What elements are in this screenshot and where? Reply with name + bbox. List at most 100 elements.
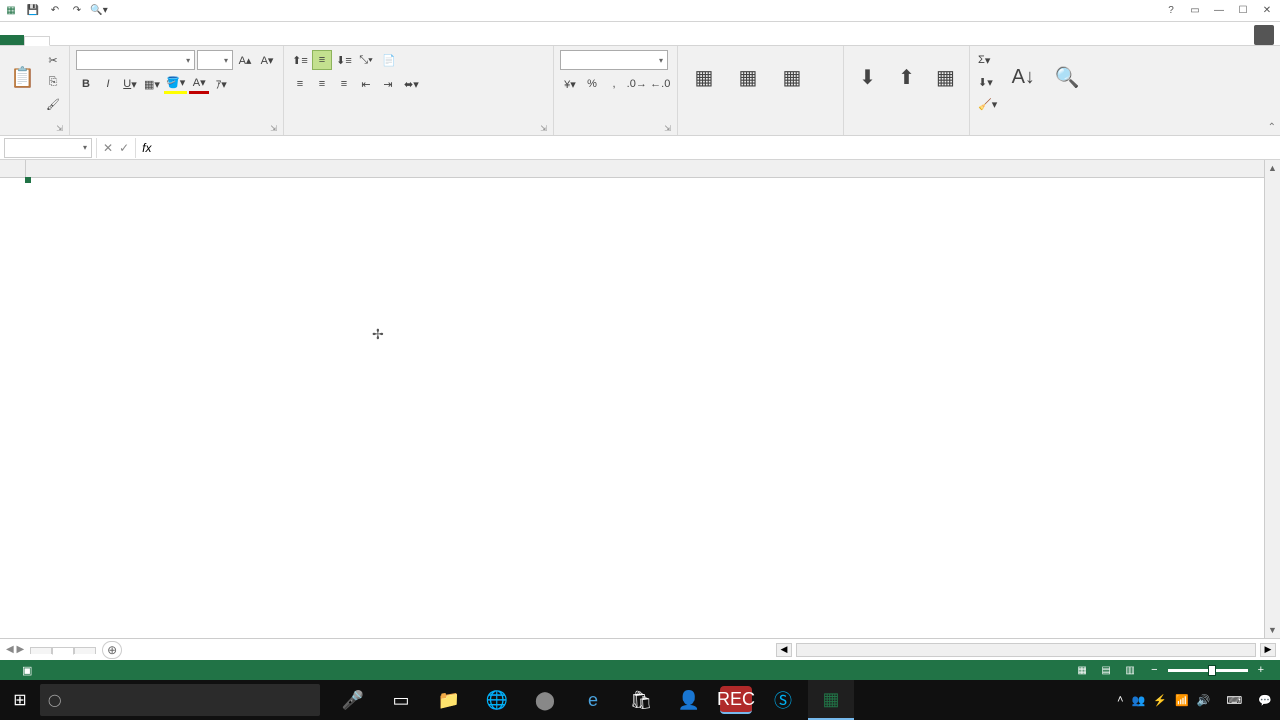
app-icon-1[interactable]: ⬤ xyxy=(522,680,568,720)
percent-format-icon[interactable]: % xyxy=(582,74,602,94)
scroll-up-icon[interactable]: ▲ xyxy=(1265,160,1280,176)
battery-icon[interactable]: ⚡ xyxy=(1153,694,1167,707)
tab-data[interactable] xyxy=(122,37,146,45)
action-center-icon[interactable]: 💬 xyxy=(1258,694,1272,707)
bold-button[interactable]: B xyxy=(76,74,96,94)
cond-format-button[interactable]: ▦ xyxy=(684,50,724,106)
copy-icon[interactable]: ⎘ xyxy=(43,72,63,92)
phonetic-button[interactable]: ｱ▾ xyxy=(211,74,231,94)
zoom-slider[interactable] xyxy=(1168,669,1248,672)
redo-icon[interactable]: ↷ xyxy=(68,2,86,20)
sort-filter-button[interactable]: A↓ xyxy=(1003,50,1043,106)
tab-insert[interactable] xyxy=(50,37,74,45)
clear-button[interactable]: 🧹 ▾ xyxy=(976,94,999,114)
zoom-out-icon[interactable]: − xyxy=(1151,664,1157,676)
align-bottom-icon[interactable]: ⬇≡ xyxy=(334,50,354,70)
select-all-button[interactable] xyxy=(0,160,26,177)
find-select-button[interactable]: 🔍 xyxy=(1047,50,1087,106)
align-left-icon[interactable]: ≡ xyxy=(290,74,310,94)
align-middle-icon[interactable]: ≡ xyxy=(312,50,332,70)
orientation-icon[interactable]: ⤡▾ xyxy=(356,50,376,70)
scroll-down-icon[interactable]: ▼ xyxy=(1265,622,1280,638)
sheet-tab-3[interactable] xyxy=(74,647,96,654)
cell-styles-button[interactable]: ▦ xyxy=(772,50,812,106)
accounting-format-icon[interactable]: ¥▾ xyxy=(560,74,580,94)
underline-button[interactable]: U▾ xyxy=(120,74,140,94)
italic-button[interactable]: I xyxy=(98,74,118,94)
border-button[interactable]: ▦▾ xyxy=(142,74,162,94)
scroll-track[interactable] xyxy=(796,643,1256,657)
format-painter-icon[interactable]: 🖌 xyxy=(43,94,63,114)
tab-justpdf[interactable] xyxy=(266,37,290,45)
start-button[interactable]: ⊞ xyxy=(0,680,40,720)
macro-record-icon[interactable]: ▣ xyxy=(22,664,32,677)
skype-icon[interactable]: Ⓢ xyxy=(760,680,806,720)
insert-cells-button[interactable]: ⬇ xyxy=(850,50,885,106)
minimize-icon[interactable]: — xyxy=(1208,2,1230,20)
tab-addins[interactable] xyxy=(242,37,266,45)
inc-indent-icon[interactable]: ⇥ xyxy=(378,74,398,94)
undo-icon[interactable]: ↶ xyxy=(46,2,64,20)
font-name-select[interactable]: ▾ xyxy=(76,50,195,70)
page-layout-view-icon[interactable]: ▤ xyxy=(1095,662,1117,678)
qat-more-icon[interactable]: 🔍▾ xyxy=(90,2,108,20)
people-icon[interactable]: 👥 xyxy=(1132,694,1146,707)
sheet-tab-2[interactable] xyxy=(52,647,74,655)
scroll-left-icon[interactable]: ◀ xyxy=(776,643,792,657)
app-icon-2[interactable]: 👤 xyxy=(666,680,712,720)
recorder-icon[interactable]: REC xyxy=(720,686,752,714)
tab-new[interactable] xyxy=(194,37,218,45)
sheet-nav[interactable]: ◀ ▶ xyxy=(0,644,30,655)
excel-icon[interactable]: ▦ xyxy=(2,2,20,20)
tab-developer[interactable] xyxy=(218,37,242,45)
format-cells-button[interactable]: ▦ xyxy=(928,50,963,106)
edge-icon[interactable]: e xyxy=(570,680,616,720)
file-explorer-icon[interactable]: 📁 xyxy=(426,680,472,720)
collapse-ribbon-icon[interactable]: ⌃ xyxy=(1268,122,1276,133)
delete-cells-button[interactable]: ⬆ xyxy=(889,50,924,106)
sheet-tab-1[interactable] xyxy=(30,647,52,654)
fill-color-button[interactable]: 🪣▾ xyxy=(164,74,187,94)
page-break-view-icon[interactable]: ▥ xyxy=(1119,662,1141,678)
horizontal-scrollbar[interactable]: ◀ ▶ xyxy=(122,643,1280,657)
tab-review[interactable] xyxy=(146,37,170,45)
font-size-select[interactable]: ▾ xyxy=(197,50,233,70)
maximize-icon[interactable]: ☐ xyxy=(1232,2,1254,20)
shrink-font-icon[interactable]: A▾ xyxy=(257,50,277,70)
mic-icon[interactable]: 🎤 xyxy=(330,680,376,720)
tab-formulas[interactable] xyxy=(98,37,122,45)
paste-button[interactable]: 📋 xyxy=(6,50,39,106)
help-icon[interactable]: ? xyxy=(1160,2,1182,20)
align-right-icon[interactable]: ≡ xyxy=(334,74,354,94)
inc-decimal-icon[interactable]: .0→ xyxy=(626,74,648,94)
excel-taskbar-icon[interactable]: ▦ xyxy=(808,680,854,720)
cancel-formula-icon[interactable]: ✕ xyxy=(103,141,113,155)
keyboard-icon[interactable]: ⌨ xyxy=(1226,694,1242,707)
scroll-right-icon[interactable]: ▶ xyxy=(1260,643,1276,657)
fx-icon[interactable]: fx xyxy=(136,141,157,155)
grow-font-icon[interactable]: A▴ xyxy=(235,50,255,70)
dec-decimal-icon[interactable]: ←.0 xyxy=(650,74,672,94)
chrome-icon[interactable]: 🌐 xyxy=(474,680,520,720)
wrap-text-button[interactable]: 📄 xyxy=(378,50,400,70)
formula-input[interactable] xyxy=(157,138,1280,158)
normal-view-icon[interactable]: ▦ xyxy=(1071,662,1093,678)
cortana-search[interactable]: ◯ xyxy=(40,684,320,716)
fill-button[interactable]: ⬇ ▾ xyxy=(976,72,999,92)
save-icon[interactable]: 💾 xyxy=(24,2,42,20)
task-view-icon[interactable]: ▭ xyxy=(378,680,424,720)
number-format-select[interactable]: ▾ xyxy=(560,50,668,70)
name-box[interactable]: ▾ xyxy=(4,138,92,158)
add-sheet-button[interactable]: ⊕ xyxy=(102,641,122,659)
close-icon[interactable]: ✕ xyxy=(1256,2,1278,20)
table-format-button[interactable]: ▦ xyxy=(728,50,768,106)
enter-formula-icon[interactable]: ✓ xyxy=(119,141,129,155)
volume-icon[interactable]: 🔊 xyxy=(1197,694,1211,707)
align-top-icon[interactable]: ⬆≡ xyxy=(290,50,310,70)
vertical-scrollbar[interactable]: ▲ ▼ xyxy=(1264,160,1280,638)
tab-home[interactable] xyxy=(24,36,50,46)
account-area[interactable] xyxy=(1248,25,1280,45)
autosum-button[interactable]: Σ ▾ xyxy=(976,50,999,70)
store-icon[interactable]: 🛍 xyxy=(618,680,664,720)
zoom-in-icon[interactable]: + xyxy=(1258,664,1264,676)
